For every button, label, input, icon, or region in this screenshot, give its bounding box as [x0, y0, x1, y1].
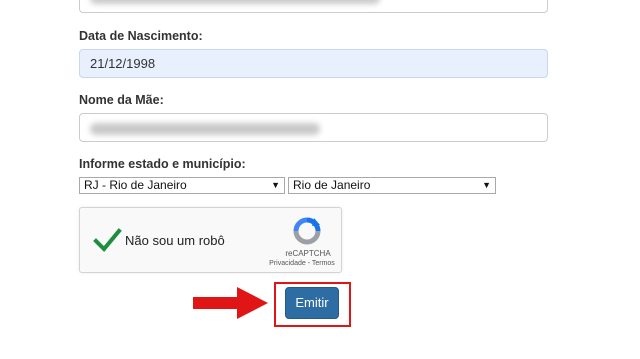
state-select-value: RJ - Rio de Janeiro — [84, 178, 187, 192]
mother-name-label: Nome da Mãe: — [79, 93, 164, 107]
privacy-link[interactable]: Privacidade — [269, 260, 306, 267]
recaptcha-checkbox[interactable] — [92, 226, 122, 254]
previous-field[interactable] — [79, 0, 548, 13]
birth-date-field[interactable]: 21/12/1998 — [79, 49, 548, 78]
birth-date-label: Data de Nascimento: — [79, 29, 203, 43]
mother-name-field[interactable] — [79, 113, 548, 142]
arrow-right-icon — [193, 286, 269, 320]
blurred-value — [90, 122, 320, 135]
state-select[interactable]: RJ - Rio de Janeiro ▼ — [79, 177, 285, 194]
checkmark-icon — [93, 228, 122, 252]
emit-button[interactable]: Emitir — [285, 287, 339, 319]
recaptcha-widget: Não sou um robô reCAPTCHA Privacidade - … — [79, 207, 342, 273]
chevron-down-icon: ▼ — [271, 180, 280, 190]
recaptcha-links: Privacidade - Termos — [264, 260, 340, 267]
city-select[interactable]: Rio de Janeiro ▼ — [288, 177, 496, 194]
chevron-down-icon: ▼ — [482, 180, 491, 190]
recaptcha-brand: reCAPTCHA — [285, 249, 331, 258]
blurred-value — [90, 0, 380, 4]
birth-date-value: 21/12/1998 — [90, 56, 156, 71]
recaptcha-logo-icon — [292, 216, 322, 246]
recaptcha-label: Não sou um robô — [125, 233, 225, 248]
terms-link[interactable]: Termos — [312, 260, 335, 267]
city-select-value: Rio de Janeiro — [293, 178, 371, 192]
state-city-label: Informe estado e município: — [79, 157, 246, 171]
